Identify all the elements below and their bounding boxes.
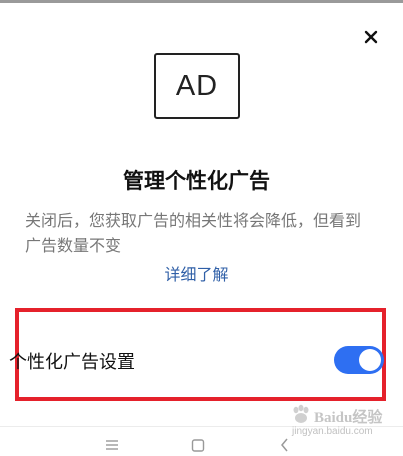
watermark-url: jingyan.baidu.com (292, 426, 373, 437)
nav-home-button[interactable] (183, 438, 213, 456)
learn-more-link[interactable]: 详细了解 (0, 261, 393, 285)
close-button[interactable] (359, 25, 383, 49)
personalized-ads-toggle[interactable] (334, 346, 384, 374)
back-icon (281, 438, 288, 452)
menu-icon (106, 440, 118, 450)
nav-divider (0, 426, 403, 427)
nav-back-button[interactable] (270, 438, 300, 456)
paw-icon (293, 404, 309, 423)
dialog-title: 管理个性化广告 (123, 169, 270, 193)
baidu-watermark: Baidu经验 jingyan.baidu.com (290, 402, 400, 442)
home-icon (191, 439, 205, 452)
nav-menu-button[interactable] (97, 438, 127, 456)
dialog-description: 关闭后，您获取广告的相关性将会降低，但看到广告数量不变 (25, 211, 362, 255)
toggle-knob (359, 349, 381, 371)
ad-settings-screen: AD 管理个性化广告 关闭后，您获取广告的相关性将会降低，但看到广告数量不变 详… (0, 0, 403, 456)
ad-badge: AD (154, 53, 240, 119)
close-icon (364, 30, 378, 44)
personalized-ads-setting-label: 个性化广告设置 (9, 352, 135, 373)
top-strip (0, 0, 403, 3)
watermark-brand: Baidu经验 (314, 410, 383, 426)
